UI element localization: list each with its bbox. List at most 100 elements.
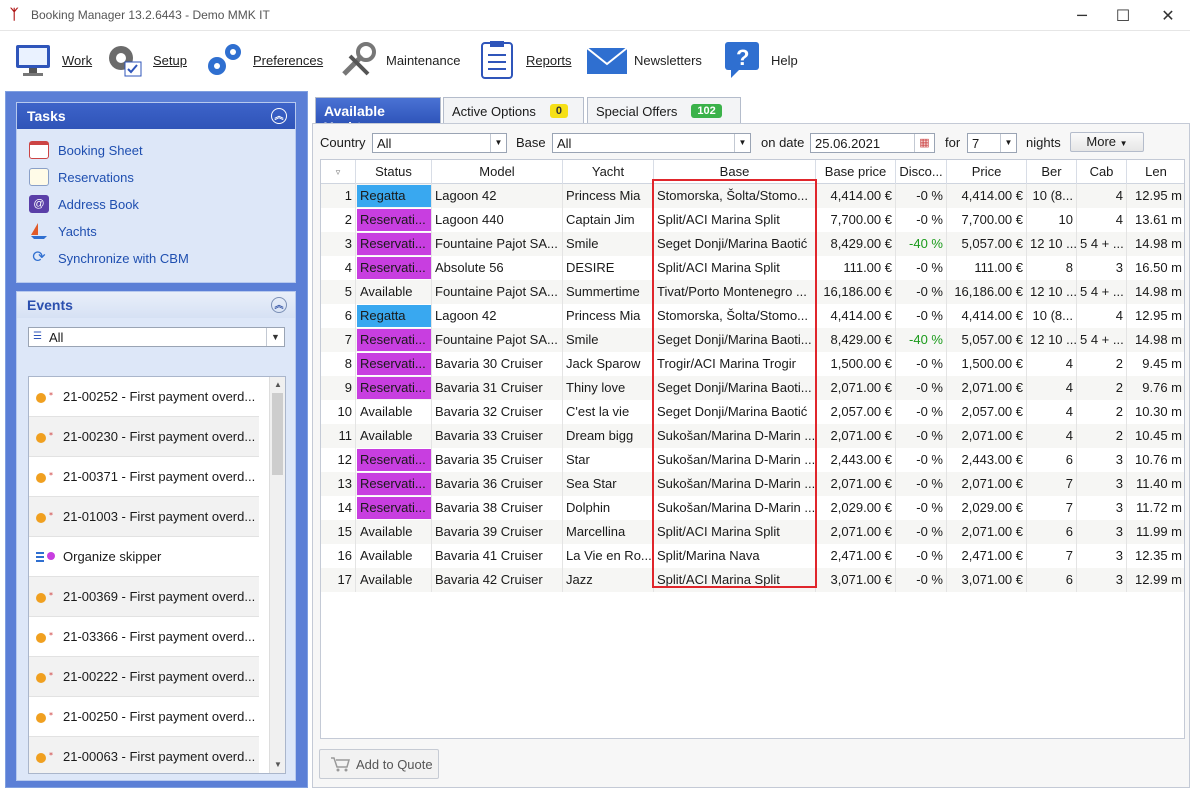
- column-header-status[interactable]: Status: [356, 160, 432, 184]
- newsletters-button[interactable]: Newsletters: [586, 37, 702, 83]
- base-select[interactable]: All ▼: [552, 133, 751, 153]
- chevron-down-icon[interactable]: ▼: [734, 134, 750, 152]
- column-header-length[interactable]: Len: [1127, 160, 1184, 184]
- table-row[interactable]: 5 Available Fountaine Pajot SA... Summertim…: [321, 280, 1184, 304]
- active-options-count-badge: 0: [549, 104, 568, 118]
- column-header-berths[interactable]: Ber: [1027, 160, 1077, 184]
- cell-model: Bavaria 35 Cruiser: [432, 448, 563, 472]
- setup-button[interactable]: Setup: [105, 37, 187, 83]
- event-item[interactable]: * 21-00250 - First payment overd...: [29, 697, 259, 737]
- cell-price: 2,471.00 €: [947, 544, 1027, 568]
- table-row[interactable]: 14 Reservati... Bavaria 38 Cruiser Dolphin S…: [321, 496, 1184, 520]
- column-header-model[interactable]: Model: [432, 160, 563, 184]
- event-item[interactable]: * 21-00222 - First payment overd...: [29, 657, 259, 697]
- event-item[interactable]: * 21-00063 - First payment overd...: [29, 737, 259, 773]
- events-title: Events: [27, 297, 73, 313]
- collapse-tasks-icon[interactable]: ︽: [271, 108, 287, 124]
- reports-button[interactable]: Reports: [478, 37, 572, 83]
- status-badge: Regatta: [357, 185, 431, 207]
- table-row[interactable]: 17 Available Bavaria 42 Cruiser Jazz Split/A…: [321, 568, 1184, 592]
- minimize-button[interactable]: ─: [1059, 0, 1105, 31]
- column-header-base[interactable]: Base: [654, 160, 816, 184]
- table-row[interactable]: 7 Reservati... Fountaine Pajot SA... Smile S…: [321, 328, 1184, 352]
- task-address-book[interactable]: @ Address Book: [29, 193, 139, 215]
- event-item[interactable]: * 21-00371 - First payment overd...: [29, 457, 259, 497]
- cell-status: Available: [356, 424, 432, 448]
- cart-icon: [330, 756, 350, 775]
- cell-length: 9.45 m: [1127, 352, 1184, 376]
- cell-base-price: 1,500.00 €: [816, 352, 896, 376]
- maximize-button[interactable]: ☐: [1100, 0, 1146, 31]
- event-item[interactable]: Organize skipper: [29, 537, 259, 577]
- nights-select[interactable]: 7 ▼: [967, 133, 1017, 153]
- chevron-down-icon[interactable]: ▼: [1000, 134, 1016, 152]
- scroll-down-icon[interactable]: ▼: [270, 757, 285, 773]
- events-filter-select[interactable]: ☰ All ▼: [28, 327, 285, 347]
- table-row[interactable]: 12 Reservati... Bavaria 35 Cruiser Star Suko…: [321, 448, 1184, 472]
- cell-base: Trogir/ACI Marina Trogir: [654, 352, 816, 376]
- table-row[interactable]: 6 Regatta Lagoon 42 Princess Mia Stomorska, …: [321, 304, 1184, 328]
- maintenance-label: Maintenance: [386, 52, 461, 68]
- column-header-cabins[interactable]: Cab: [1077, 160, 1127, 184]
- add-to-quote-button[interactable]: Add to Quote: [319, 749, 439, 779]
- table-row[interactable]: 3 Reservati... Fountaine Pajot SA... Smile S…: [321, 232, 1184, 256]
- events-scrollbar[interactable]: ▲ ▼: [269, 377, 285, 773]
- table-row[interactable]: 16 Available Bavaria 41 Cruiser La Vie en R…: [321, 544, 1184, 568]
- event-item[interactable]: * 21-00230 - First payment overd...: [29, 417, 259, 457]
- cell-status: Reservati...: [356, 352, 432, 376]
- cell-row-number: 13: [321, 472, 356, 496]
- preferences-button[interactable]: Preferences: [205, 37, 323, 83]
- table-row[interactable]: 2 Reservati... Lagoon 440 Captain Jim Split/…: [321, 208, 1184, 232]
- table-row[interactable]: 10 Available Bavaria 32 Cruiser C'est la vi…: [321, 400, 1184, 424]
- tab-special-offers[interactable]: Special Offers 102: [587, 97, 741, 123]
- event-item[interactable]: * 21-03366 - First payment overd...: [29, 617, 259, 657]
- date-input[interactable]: 25.06.2021 ▦: [810, 133, 935, 153]
- tasks-panel: Tasks ︽ Booking Sheet Reservations @ Add…: [16, 102, 296, 283]
- column-header-yacht[interactable]: Yacht: [563, 160, 654, 184]
- scroll-up-icon[interactable]: ▲: [270, 377, 285, 393]
- cell-price: 2,071.00 €: [947, 472, 1027, 496]
- chevron-down-icon[interactable]: ▼: [266, 328, 284, 346]
- column-header-base-price[interactable]: Base price: [816, 160, 896, 184]
- work-button[interactable]: Work: [14, 37, 92, 83]
- event-item[interactable]: * 21-01003 - First payment overd...: [29, 497, 259, 537]
- cell-discount: -0 %: [896, 184, 947, 208]
- table-row[interactable]: 4 Reservati... Absolute 56 DESIRE Split/ACI …: [321, 256, 1184, 280]
- cell-price: 4,414.00 €: [947, 184, 1027, 208]
- maintenance-button[interactable]: Maintenance: [338, 37, 460, 83]
- task-reservations[interactable]: Reservations: [29, 166, 134, 188]
- table-row[interactable]: 8 Reservati... Bavaria 30 Cruiser Jack Spar…: [321, 352, 1184, 376]
- chevron-down-icon[interactable]: ▼: [490, 134, 506, 152]
- cell-model: Absolute 56: [432, 256, 563, 280]
- cell-base-price: 111.00 €: [816, 256, 896, 280]
- event-item[interactable]: * 21-00369 - First payment overd...: [29, 577, 259, 617]
- column-header-discount[interactable]: Disco...: [896, 160, 947, 184]
- collapse-events-icon[interactable]: ︽: [271, 297, 287, 313]
- table-row[interactable]: 1 Regatta Lagoon 42 Princess Mia Stomorska, …: [321, 184, 1184, 208]
- scroll-thumb[interactable]: [272, 393, 283, 475]
- column-header-price[interactable]: Price: [947, 160, 1027, 184]
- cell-yacht: Dream bigg: [563, 424, 654, 448]
- cell-yacht: Princess Mia: [563, 304, 654, 328]
- event-item[interactable]: * 21-00252 - First payment overd...: [29, 377, 259, 417]
- cell-cabins: 5 4 + ...: [1077, 328, 1127, 352]
- country-select[interactable]: All ▼: [372, 133, 507, 153]
- calendar-picker-icon[interactable]: ▦: [914, 134, 934, 152]
- cell-yacht: Marcellina: [563, 520, 654, 544]
- table-row[interactable]: 15 Available Bavaria 39 Cruiser Marcellina S…: [321, 520, 1184, 544]
- task-synchronize-cbm[interactable]: ⟳ Synchronize with CBM: [29, 247, 188, 269]
- more-button[interactable]: More ▼: [1070, 132, 1144, 152]
- svg-text:*: *: [49, 511, 53, 520]
- cell-berths: 7: [1027, 496, 1077, 520]
- table-row[interactable]: 11 Available Bavaria 33 Cruiser Dream bigg S…: [321, 424, 1184, 448]
- close-button[interactable]: ✕: [1145, 0, 1190, 31]
- table-row[interactable]: 9 Reservati... Bavaria 31 Cruiser Thiny lov…: [321, 376, 1184, 400]
- tab-active-options[interactable]: Active Options 0: [443, 97, 584, 123]
- tab-available-yachts[interactable]: Available Yachts: [315, 97, 441, 135]
- task-yachts[interactable]: Yachts: [29, 220, 97, 242]
- cell-discount: -0 %: [896, 496, 947, 520]
- help-button[interactable]: ? Help: [723, 37, 798, 83]
- sort-indicator-icon[interactable]: ▿: [321, 160, 356, 184]
- table-row[interactable]: 13 Reservati... Bavaria 36 Cruiser Sea Star…: [321, 472, 1184, 496]
- task-booking-sheet[interactable]: Booking Sheet: [29, 139, 143, 161]
